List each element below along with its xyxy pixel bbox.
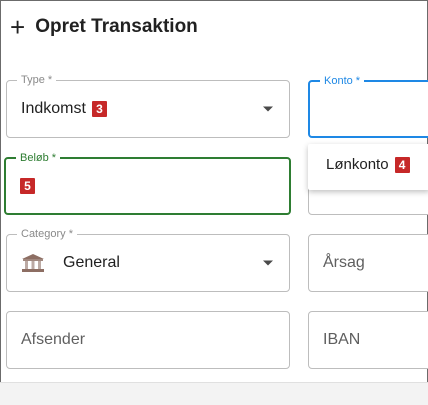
afsender-placeholder: Afsender: [21, 331, 86, 348]
bank-icon: [22, 254, 44, 272]
type-select[interactable]: Type * Indkomst 3: [6, 73, 290, 138]
type-label: Type *: [17, 73, 57, 87]
plus-icon: +: [10, 12, 26, 42]
dropdown-option-lonkonto[interactable]: Lønkonto 4: [326, 156, 410, 173]
chevron-down-icon[interactable]: [263, 260, 273, 266]
belob-label: Beløb *: [16, 151, 61, 165]
konto-label: Konto *: [320, 74, 365, 88]
category-label: Category *: [17, 227, 77, 241]
footer-strip: [0, 382, 428, 405]
konto-dropdown-menu: Lønkonto 4: [308, 144, 428, 190]
dialog-header: + Opret Transaktion: [10, 12, 198, 42]
belob-value: 5: [20, 178, 35, 194]
category-selected-text: General: [63, 254, 120, 271]
iban-input[interactable]: IBAN: [308, 311, 428, 369]
type-value: Indkomst 3: [21, 100, 107, 118]
iban-placeholder: IBAN: [323, 331, 361, 348]
annotation-badge-3: 3: [91, 101, 107, 117]
arsag-placeholder: Årsag: [323, 254, 365, 271]
category-select[interactable]: Category * General: [6, 227, 290, 292]
category-value: General: [21, 253, 120, 273]
belob-input[interactable]: Beløb * 5: [4, 151, 291, 215]
afsender-input[interactable]: Afsender: [6, 311, 290, 369]
page-title: Opret Transaktion: [35, 16, 198, 37]
type-selected-text: Indkomst: [21, 100, 86, 117]
annotation-badge-4: 4: [394, 156, 410, 173]
dropdown-option-label: Lønkonto: [326, 156, 389, 173]
arsag-input[interactable]: Årsag: [308, 234, 428, 292]
annotation-badge-5: 5: [20, 178, 35, 194]
chevron-down-icon[interactable]: [263, 106, 273, 112]
konto-select[interactable]: Konto *: [308, 74, 428, 138]
